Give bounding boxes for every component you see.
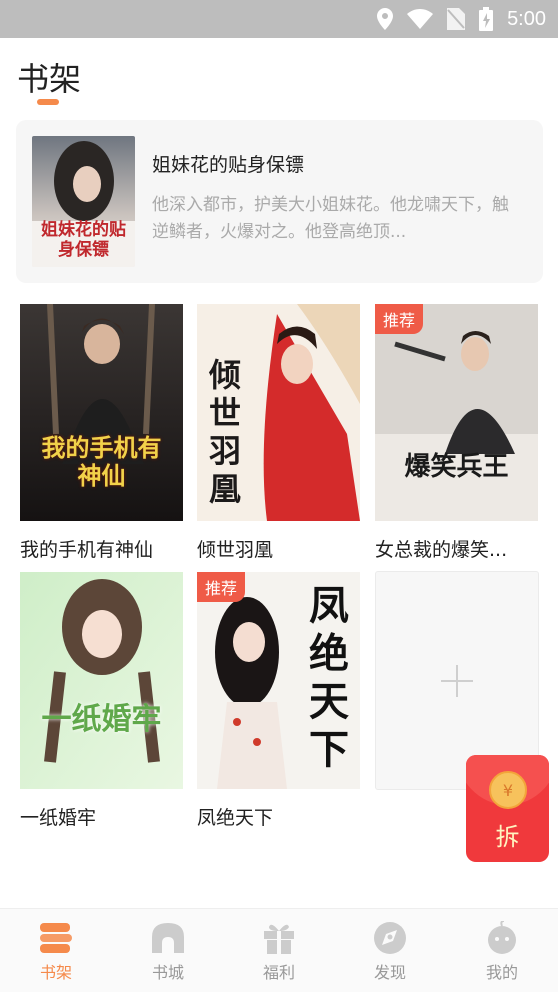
tab-label: 书架	[39, 963, 72, 982]
tab-profile[interactable]: 我的	[462, 909, 542, 992]
book-cover-text: 我的手机有神仙	[41, 433, 162, 490]
gift-icon	[264, 924, 294, 954]
page-title: 书架	[17, 60, 82, 98]
book-title: 一纸婚牢	[20, 807, 97, 829]
book-cover-text: 凤绝天下	[309, 582, 349, 773]
book-title: 我的手机有神仙	[20, 539, 154, 561]
recommend-tag: 推荐	[197, 572, 246, 602]
red-packet-button[interactable]: ¥ 拆	[466, 755, 549, 862]
yuan-coin-icon: ¥	[489, 771, 527, 809]
battery-icon	[479, 7, 494, 31]
book-cover-text: 一纸婚牢	[41, 702, 162, 737]
profile-icon	[488, 921, 516, 954]
red-packet-label: 拆	[495, 823, 520, 851]
bookshelf-icon	[40, 923, 72, 953]
featured-book-title: 姐妹花的贴身保镖	[152, 154, 305, 176]
book-title: 女总裁的爆笑...	[375, 539, 508, 561]
book-cover[interactable]: 一纸婚牢	[20, 572, 183, 789]
title-underline	[37, 99, 59, 105]
book-item[interactable]: 倾世羽凰 倾世羽凰	[197, 304, 360, 562]
book-cover[interactable]: 我的手机有神仙	[20, 304, 183, 521]
status-time: 5:00	[507, 7, 546, 30]
book-cover[interactable]: 推荐 爆笑兵王	[375, 304, 538, 521]
wifi-icon	[407, 9, 434, 29]
bottom-tab-bar: 书架 书城 福利 发现 我的	[0, 908, 558, 992]
tab-label: 福利	[262, 963, 295, 982]
tab-store[interactable]: 书城	[128, 909, 208, 992]
tab-label: 书城	[151, 963, 184, 982]
book-cover-text: 爆笑兵王	[404, 452, 509, 482]
featured-book-cover[interactable]: 姐妹花的贴身保镖	[32, 136, 135, 267]
location-icon	[377, 8, 394, 30]
tab-welfare[interactable]: 福利	[239, 909, 319, 992]
tab-bookshelf[interactable]: 书架	[16, 909, 96, 992]
no-sim-icon	[447, 8, 466, 30]
tab-label: 我的	[485, 963, 518, 982]
book-title: 倾世羽凰	[197, 539, 274, 561]
featured-book-card[interactable]: 姐妹花的贴身保镖 姐妹花的贴身保镖 他深入都市，护美大小姐妹花。他龙啸天下，触逆…	[16, 120, 543, 283]
store-icon	[152, 923, 184, 953]
book-item[interactable]: 一纸婚牢 一纸婚牢	[20, 572, 183, 830]
status-bar: 5:00	[0, 0, 558, 38]
tab-discover[interactable]: 发现	[350, 909, 430, 992]
book-title: 凤绝天下	[197, 807, 274, 829]
book-item[interactable]: 推荐 凤绝天下 凤绝天下	[197, 572, 360, 830]
plus-icon	[441, 665, 473, 697]
discover-icon	[374, 922, 406, 954]
book-cover[interactable]: 推荐 凤绝天下	[197, 572, 360, 789]
book-item[interactable]: 我的手机有神仙 我的手机有神仙	[20, 304, 183, 562]
recommend-tag: 推荐	[375, 304, 424, 334]
book-cover-text: 倾世羽凰	[208, 356, 241, 508]
book-item[interactable]: 推荐 爆笑兵王 女总裁的爆笑...	[375, 304, 538, 562]
tab-label: 发现	[373, 963, 406, 982]
featured-cover-text: 姐妹花的贴身保镖	[41, 220, 126, 260]
featured-book-description: 他深入都市，护美大小姐妹花。他龙啸天下，触逆鳞者，火爆对之。他登高绝顶...	[152, 195, 509, 242]
book-cover[interactable]: 倾世羽凰	[197, 304, 360, 521]
